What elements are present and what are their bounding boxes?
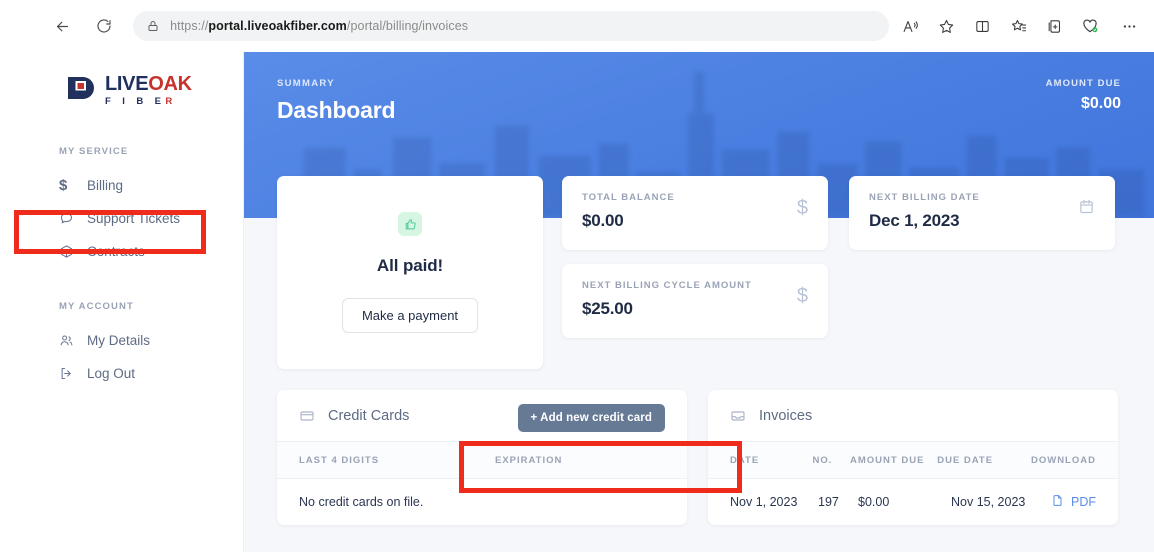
sidebar-item-contracts[interactable]: Contracts xyxy=(0,235,243,268)
stat-value: $25.00 xyxy=(582,299,633,318)
stat-cards-column: TOTAL BALANCE $0.00 $ NEXT BILLING DATE … xyxy=(562,176,1115,338)
amount-due-value: $0.00 xyxy=(1080,95,1121,112)
thumbs-up-icon xyxy=(398,212,422,236)
box-icon xyxy=(59,244,78,259)
next-billing-cycle-amount-card: NEXT BILLING CYCLE AMOUNT $25.00 $ xyxy=(562,264,828,338)
column-header-amount-due: AMOUNT DUE xyxy=(850,454,925,466)
page-body: LIVEOAK F I B ER MY SERVICE $ Billing Su… xyxy=(0,52,1154,552)
brand-logo[interactable]: LIVEOAK F I B ER xyxy=(0,52,243,107)
column-header-date: DATE xyxy=(730,454,760,466)
column-header-due-date: DUE DATE xyxy=(937,454,994,466)
sidebar-item-label: Support Tickets xyxy=(87,210,181,226)
credit-cards-panel: Credit Cards + Add new credit card LAST … xyxy=(277,390,687,525)
credit-cards-empty-row: No credit cards on file. xyxy=(277,479,687,525)
calendar-icon xyxy=(1078,198,1095,215)
split-screen-icon[interactable] xyxy=(967,11,997,41)
invoice-amount-due: $0.00 xyxy=(858,495,890,509)
credit-cards-panel-header: Credit Cards + Add new credit card xyxy=(277,390,687,442)
chat-bubble-icon xyxy=(59,211,78,226)
browser-toolbar: https://portal.liveoakfiber.com/portal/b… xyxy=(0,0,1154,52)
logo-fiber: F I B E xyxy=(105,96,166,107)
pdf-document-icon xyxy=(1051,494,1064,510)
dollar-icon: $ xyxy=(796,197,808,219)
stat-label: NEXT BILLING DATE xyxy=(869,192,980,203)
browser-toolbar-icons xyxy=(889,11,1154,41)
total-balance-card: TOTAL BALANCE $0.00 $ xyxy=(562,176,828,250)
dollar-icon: $ xyxy=(796,285,808,307)
logout-icon xyxy=(59,366,78,381)
dashboard-content: All paid! Make a payment TOTAL BALANCE $… xyxy=(244,176,1154,525)
sidebar: LIVEOAK F I B ER MY SERVICE $ Billing Su… xyxy=(0,52,244,552)
browser-essentials-icon[interactable] xyxy=(1075,11,1105,41)
app-root: https://portal.liveoakfiber.com/portal/b… xyxy=(0,0,1154,552)
main-content: SUMMARY Dashboard AMOUNT DUE $0.00 All p… xyxy=(244,52,1154,552)
credit-cards-empty-message: No credit cards on file. xyxy=(299,495,424,509)
people-icon xyxy=(59,333,78,348)
column-header-expiration: EXPIRATION xyxy=(495,454,563,466)
sidebar-item-label: Log Out xyxy=(87,365,136,381)
table-row: Nov 1, 2023 197 $0.00 Nov 15, 2023 PDF xyxy=(708,479,1118,525)
sidebar-item-label: My Details xyxy=(87,332,151,348)
sidebar-section-my-service: MY SERVICE xyxy=(59,145,129,157)
sidebar-group-service: $ Billing Support Tickets Contracts xyxy=(0,169,243,268)
invoice-number: 197 xyxy=(818,495,839,509)
url-text: https://portal.liveoakfiber.com/portal/b… xyxy=(170,19,469,33)
stat-label: TOTAL BALANCE xyxy=(582,192,675,203)
hero-kicker: SUMMARY xyxy=(277,78,335,89)
all-paid-card: All paid! Make a payment xyxy=(277,176,543,369)
logo-fiber-r: R xyxy=(165,96,177,107)
address-bar[interactable]: https://portal.liveoakfiber.com/portal/b… xyxy=(133,11,890,41)
next-billing-date-card: NEXT BILLING DATE Dec 1, 2023 xyxy=(849,176,1115,250)
amount-due-label: AMOUNT DUE xyxy=(1045,78,1121,89)
sidebar-item-label: Contracts xyxy=(87,243,145,259)
lock-icon xyxy=(147,20,159,32)
sidebar-item-label: Billing xyxy=(87,177,124,193)
invoices-panel-header: Invoices xyxy=(708,390,1118,442)
favorites-list-icon[interactable] xyxy=(1003,11,1033,41)
sidebar-item-my-details[interactable]: My Details xyxy=(0,324,243,357)
favorites-star-icon[interactable] xyxy=(931,11,961,41)
invoices-table-header: DATE NO. AMOUNT DUE DUE DATE DOWNLOAD xyxy=(708,442,1118,479)
credit-card-icon xyxy=(299,408,315,424)
reload-icon[interactable] xyxy=(89,11,118,41)
sidebar-item-log-out[interactable]: Log Out xyxy=(0,357,243,390)
add-new-credit-card-button[interactable]: + Add new credit card xyxy=(517,404,665,432)
invoice-date: Nov 1, 2023 xyxy=(730,495,798,509)
column-header-no: NO. xyxy=(812,454,833,466)
sidebar-item-billing[interactable]: $ Billing xyxy=(0,169,243,202)
inbox-icon xyxy=(730,408,746,424)
back-arrow-icon[interactable] xyxy=(48,11,77,41)
liveoak-logo-icon xyxy=(66,75,96,105)
invoice-due-date: Nov 15, 2023 xyxy=(951,495,1026,509)
credit-cards-panel-title: Credit Cards xyxy=(328,407,410,424)
page-title: Dashboard xyxy=(277,97,396,123)
make-a-payment-button[interactable]: Make a payment xyxy=(341,298,479,333)
collections-icon[interactable] xyxy=(1039,11,1069,41)
invoices-panel-title: Invoices xyxy=(759,407,813,424)
sidebar-group-account: My Details Log Out xyxy=(0,324,243,390)
sidebar-item-support-tickets[interactable]: Support Tickets xyxy=(0,202,243,235)
stat-value: $0.00 xyxy=(582,211,624,230)
panels-row: Credit Cards + Add new credit card LAST … xyxy=(277,390,1121,525)
column-header-last-4-digits: LAST 4 DIGITS xyxy=(299,454,380,466)
summary-cards-row: All paid! Make a payment TOTAL BALANCE $… xyxy=(277,176,1121,369)
stat-cards-bottom-row: NEXT BILLING CYCLE AMOUNT $25.00 $ xyxy=(562,264,1115,338)
credit-cards-table-header: LAST 4 DIGITS EXPIRATION xyxy=(277,442,687,479)
logo-wordmark: LIVEOAK F I B ER xyxy=(105,74,192,107)
read-aloud-icon[interactable] xyxy=(895,11,925,41)
invoices-panel: Invoices DATE NO. AMOUNT DUE DUE DATE DO… xyxy=(708,390,1118,525)
stat-label: NEXT BILLING CYCLE AMOUNT xyxy=(582,280,752,291)
stat-value: Dec 1, 2023 xyxy=(869,211,960,230)
dollar-icon: $ xyxy=(59,176,68,194)
column-header-download: DOWNLOAD xyxy=(1030,454,1096,466)
pdf-label: PDF xyxy=(1071,495,1096,509)
stat-cards-top-row: TOTAL BALANCE $0.00 $ NEXT BILLING DATE … xyxy=(562,176,1115,250)
invoice-pdf-download-link[interactable]: PDF xyxy=(1051,494,1096,510)
hero-amount-due: AMOUNT DUE $0.00 xyxy=(1046,78,1121,124)
all-paid-title: All paid! xyxy=(376,256,444,275)
logo-oak: OAK xyxy=(148,73,192,95)
logo-live: LIVE xyxy=(105,73,149,95)
more-options-icon[interactable] xyxy=(1114,11,1144,41)
sidebar-section-my-account: MY ACCOUNT xyxy=(59,300,134,312)
